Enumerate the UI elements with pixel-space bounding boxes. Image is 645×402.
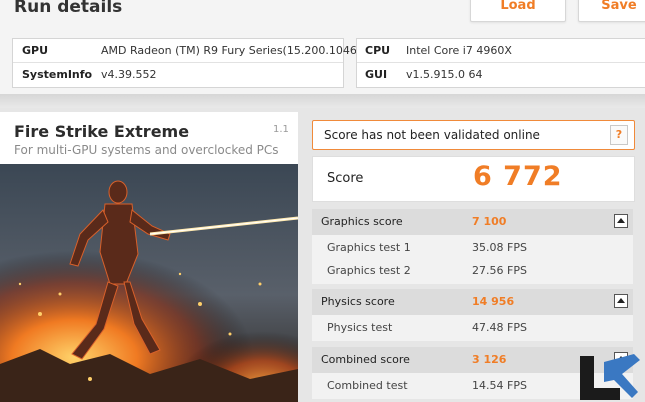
validation-notice: Score has not been validated online ? [312, 120, 635, 150]
gui-label: GUI [365, 68, 388, 81]
section-separator [0, 94, 645, 108]
system-info-left: GPU AMD Radeon (TM) R9 Fury Series(15.20… [12, 38, 372, 88]
fire-strike-artwork-image [0, 164, 298, 402]
gui-value: v1.5.915.0 64 [406, 68, 483, 81]
benchmark-title: Fire Strike Extreme [14, 122, 190, 141]
combined-test-value: 14.54 FPS [472, 379, 527, 392]
graphics-score-label: Graphics score [321, 215, 403, 228]
combined-score-value: 3 126 [472, 353, 507, 366]
combined-score-label: Combined score [321, 353, 410, 366]
graphics-score-row[interactable]: Graphics score 7 100 [312, 209, 633, 235]
benchmark-card: Fire Strike Extreme 1.1 For multi-GPU sy… [0, 112, 298, 402]
score-label: Score [327, 171, 364, 186]
system-info-right: CPU Intel Core i7 4960X GUI v1.5.915.0 6… [356, 38, 645, 88]
gpu-label: GPU [22, 44, 49, 57]
cpu-label: CPU [365, 44, 391, 57]
cpu-value: Intel Core i7 4960X [406, 44, 512, 57]
graphics-score-value: 7 100 [472, 215, 507, 228]
page-title: Run details [14, 0, 123, 17]
physics-test-label: Physics test [327, 321, 393, 334]
physics-score-label: Physics score [321, 295, 395, 308]
systeminfo-value: v4.39.552 [101, 68, 157, 81]
legit-reviews-logo [580, 354, 640, 400]
combined-test-label: Combined test [327, 379, 408, 392]
load-button[interactable]: Load [470, 0, 566, 22]
divider [13, 62, 343, 63]
gpu-value: AMD Radeon (TM) R9 Fury Series(15.200.10… [101, 44, 372, 57]
physics-test-value: 47.48 FPS [472, 321, 527, 334]
save-button[interactable]: Save [578, 0, 645, 22]
graphics-test-2-label: Graphics test 2 [327, 264, 411, 277]
graphics-test-1-value: 35.08 FPS [472, 241, 527, 254]
overall-score: Score 6 772 [312, 156, 635, 202]
benchmark-subtitle: For multi-GPU systems and overclocked PC… [14, 143, 279, 157]
triangle-up-collapse-icon[interactable] [614, 214, 628, 228]
systeminfo-label: SystemInfo [22, 68, 93, 81]
physics-score-row[interactable]: Physics score 14 956 [312, 289, 633, 315]
divider [357, 62, 645, 63]
question-mark-icon[interactable]: ? [610, 125, 628, 145]
benchmark-artwork [0, 164, 298, 402]
run-details-panel: Run details Load Save GPU AMD Radeon (TM… [0, 0, 645, 95]
score-value: 6 772 [473, 161, 563, 192]
physics-score-value: 14 956 [472, 295, 515, 308]
physics-test-row: Physics test 47.48 FPS [312, 315, 633, 341]
graphics-test-2-value: 27.56 FPS [472, 264, 527, 277]
triangle-up-collapse-icon[interactable] [614, 294, 628, 308]
graphics-test-1-label: Graphics test 1 [327, 241, 411, 254]
graphics-test-2-row: Graphics test 2 27.56 FPS [312, 258, 633, 284]
validation-text: Score has not been validated online [324, 128, 540, 142]
benchmark-version: 1.1 [273, 124, 289, 135]
